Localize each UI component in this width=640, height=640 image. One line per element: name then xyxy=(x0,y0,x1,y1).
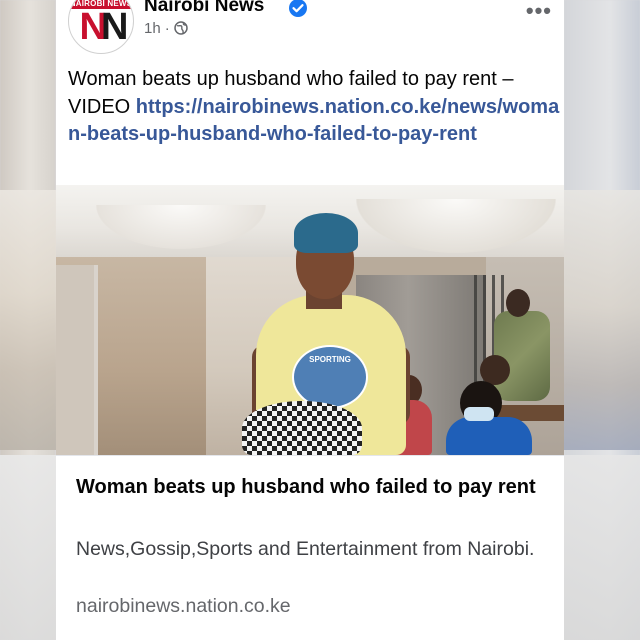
photo-officer-head xyxy=(506,289,530,317)
photo-woman-cap xyxy=(294,213,358,253)
photo-face-mask xyxy=(464,407,494,421)
background-blur-right-lower xyxy=(564,455,640,640)
background-blur-right xyxy=(564,190,640,450)
avatar-logo-letters: NN xyxy=(79,6,129,48)
link-preview-domain: nairobinews.nation.co.ke xyxy=(76,595,291,617)
verified-badge-icon xyxy=(289,0,307,17)
photo-shirt-text: SPORTING xyxy=(309,355,351,364)
more-options-icon[interactable]: ••• xyxy=(526,0,552,24)
meta-separator: · xyxy=(164,20,170,37)
globe-icon[interactable] xyxy=(173,21,188,35)
link-preview-description: News,Gossip,Sports and Entertainment fro… xyxy=(76,538,535,560)
background-blur-left xyxy=(0,190,56,450)
page-name[interactable]: Nairobi News xyxy=(144,0,264,17)
photo-bag xyxy=(242,401,362,455)
post-time[interactable]: 1h xyxy=(144,20,161,37)
post-link[interactable]: https://nairobinews.nation.co.ke/news/wo… xyxy=(68,96,559,146)
post-card: NAIROBI NEWS NN Nairobi News 1h · ••• Wom… xyxy=(56,0,564,640)
link-preview[interactable]: Woman beats up husband who failed to pay… xyxy=(56,455,564,640)
link-preview-title[interactable]: Woman beats up husband who failed to pay… xyxy=(76,473,546,502)
photo-tent-fold xyxy=(356,199,556,253)
post-photo[interactable]: SPORTING xyxy=(56,185,564,455)
photo-shirt-logo: SPORTING xyxy=(292,345,368,409)
background-blur-left-lower xyxy=(0,455,56,640)
page-avatar[interactable]: NAIROBI NEWS NN xyxy=(68,0,134,54)
photo-tent-fold xyxy=(96,205,266,249)
photo-window xyxy=(56,265,98,455)
photo-person xyxy=(446,417,532,455)
post-meta: 1h · xyxy=(144,20,188,37)
post-text: Woman beats up husband who failed to pay… xyxy=(68,66,560,149)
